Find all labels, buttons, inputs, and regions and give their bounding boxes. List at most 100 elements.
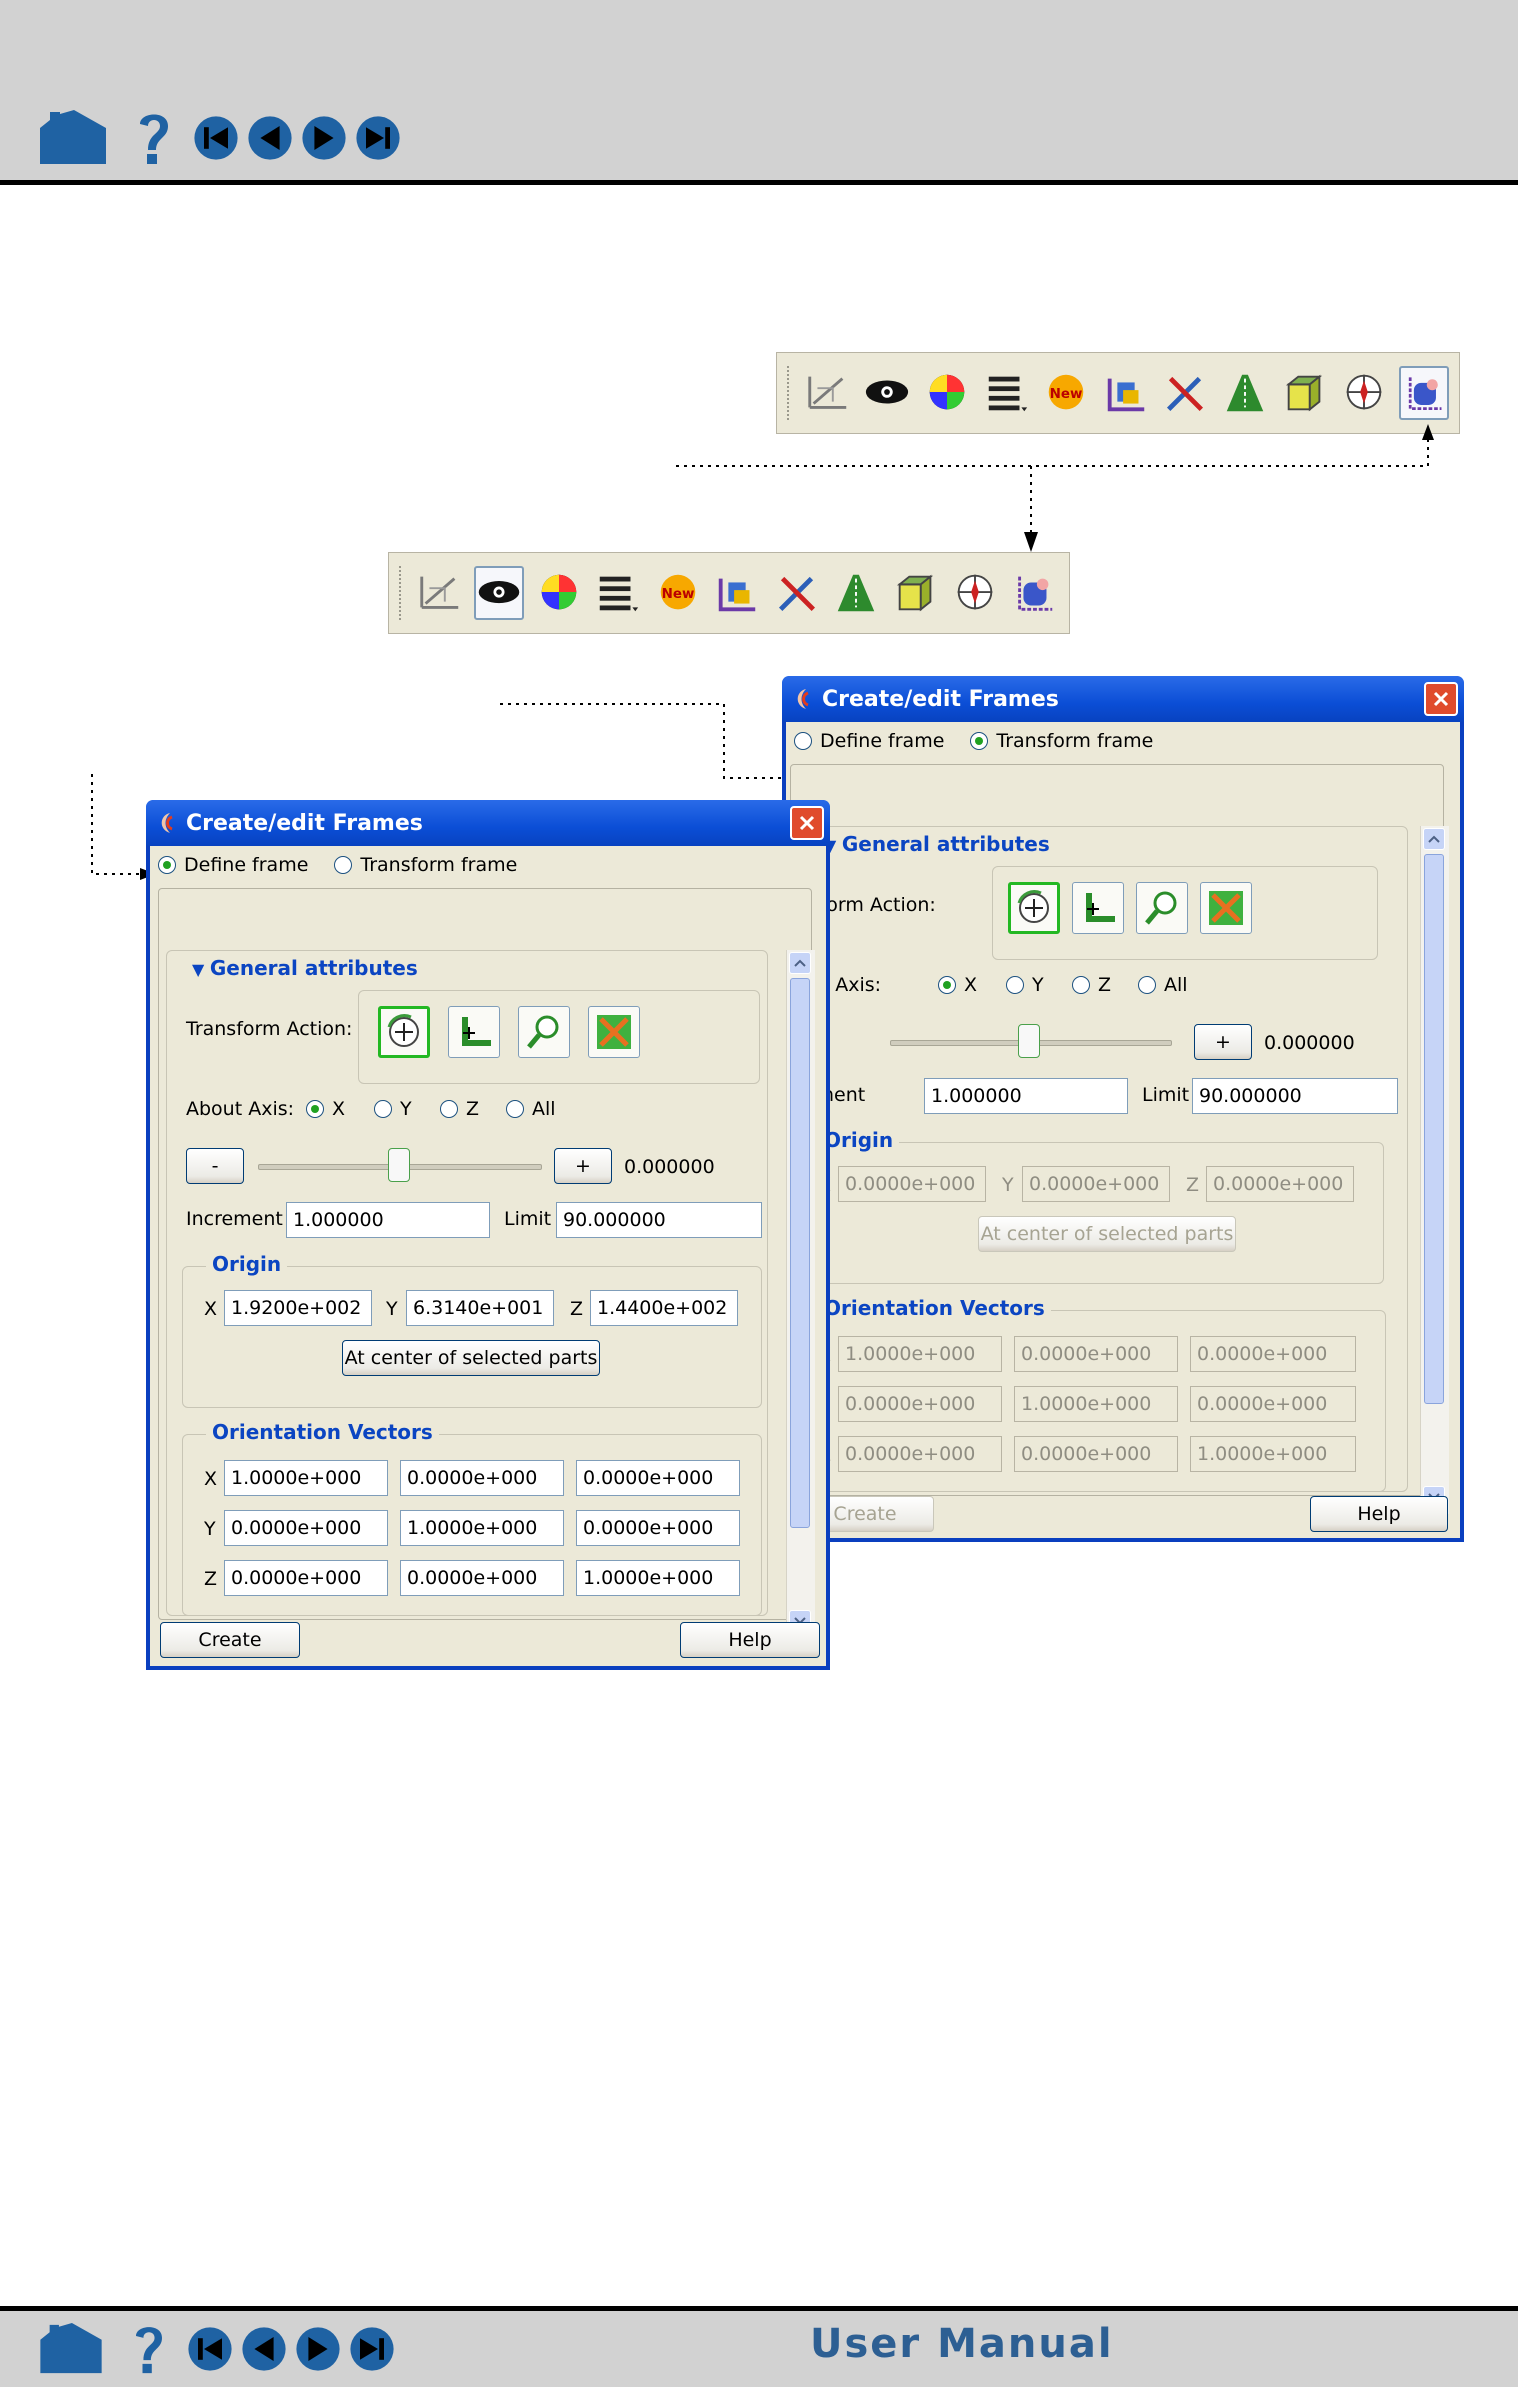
translate-action-button[interactable] (1072, 882, 1124, 934)
scroll-up-button[interactable] (1423, 828, 1445, 850)
origin-x-field[interactable] (224, 1290, 372, 1326)
radio-define-frame[interactable]: Define frame (158, 854, 308, 876)
orient-z3[interactable] (576, 1560, 740, 1596)
origin-y-label: Y (386, 1298, 398, 1320)
translate-icon (1086, 893, 1115, 922)
dialog-titlebar[interactable]: Create/edit Frames (782, 676, 1464, 722)
general-attributes-header[interactable]: ▼ General attributes (186, 956, 424, 980)
orientation-title: Orientation Vectors (818, 1296, 1051, 1320)
radio-label: Define frame (820, 730, 945, 752)
orient-z1[interactable] (224, 1560, 388, 1596)
orient-x2[interactable] (1014, 1336, 1178, 1372)
first-page-icon[interactable] (186, 2325, 234, 2373)
create-edit-frames-dialog-transform: Create/edit Frames Define frame Transfor… (782, 676, 1464, 1542)
orient-z2[interactable] (400, 1560, 564, 1596)
home-icon[interactable] (38, 2323, 104, 2375)
scroll-thumb[interactable] (790, 978, 810, 1528)
orient-z3[interactable] (1190, 1436, 1356, 1472)
expand-icon (1209, 891, 1243, 925)
orient-z1[interactable] (838, 1436, 1002, 1472)
translate-icon (462, 1017, 491, 1046)
orient-y1[interactable] (838, 1386, 1002, 1422)
origin-group (808, 1142, 1384, 1284)
orient-y2[interactable] (1014, 1386, 1178, 1422)
increment-button[interactable]: + (554, 1148, 612, 1184)
magnify-icon (527, 1015, 559, 1049)
last-page-icon[interactable] (348, 2325, 396, 2373)
origin-z-field[interactable] (1206, 1166, 1354, 1202)
orient-y3[interactable] (1190, 1386, 1356, 1422)
origin-x-field[interactable] (838, 1166, 986, 1202)
center-selected-parts-button[interactable]: At center of selected parts (978, 1216, 1236, 1252)
scroll-thumb[interactable] (1424, 854, 1444, 1404)
frame-mode-radio-group: Define frame Transform frame (150, 846, 826, 884)
scrollbar[interactable] (1420, 826, 1449, 1514)
orientation-x-label: X (204, 1468, 218, 1490)
axis-radio-x[interactable]: X (938, 974, 977, 996)
limit-field[interactable] (556, 1202, 762, 1238)
axis-radio-z[interactable]: Z (1072, 974, 1111, 996)
center-selected-parts-button[interactable]: At center of selected parts (342, 1340, 600, 1376)
close-button[interactable] (790, 806, 824, 840)
help-button[interactable]: Help (1310, 1496, 1448, 1532)
limit-label: Limit (504, 1208, 552, 1230)
nav-buttons (38, 2323, 402, 2375)
next-page-icon[interactable] (294, 2325, 342, 2373)
close-icon (1431, 689, 1451, 709)
angle-slider-thumb[interactable] (388, 1148, 410, 1182)
axis-radio-x[interactable]: X (306, 1098, 345, 1120)
origin-z-label: Z (570, 1298, 584, 1320)
limit-field[interactable] (1192, 1078, 1398, 1114)
origin-z-field[interactable] (590, 1290, 738, 1326)
scale-action-button[interactable] (1136, 882, 1188, 934)
increment-button[interactable]: + (1194, 1024, 1252, 1060)
create-button[interactable]: Create (160, 1622, 300, 1658)
decrement-button[interactable]: - (186, 1148, 244, 1184)
orient-x1[interactable] (838, 1336, 1002, 1372)
orient-x2[interactable] (400, 1460, 564, 1496)
scrollbar[interactable] (786, 950, 815, 1638)
orient-y3[interactable] (576, 1510, 740, 1546)
radio-transform-frame[interactable]: Transform frame (334, 854, 517, 876)
rotate-action-button[interactable] (1008, 882, 1060, 934)
origin-group (182, 1266, 762, 1408)
general-attributes-header[interactable]: ▼ General attributes (818, 832, 1056, 856)
axis-radio-y[interactable]: Y (1006, 974, 1044, 996)
translate-action-button[interactable] (448, 1006, 500, 1058)
dialog-titlebar[interactable]: Create/edit Frames (146, 800, 830, 846)
orient-y2[interactable] (400, 1510, 564, 1546)
scroll-up-button[interactable] (789, 952, 811, 974)
close-button[interactable] (1424, 682, 1458, 716)
axis-radio-all[interactable]: All (506, 1098, 556, 1120)
orient-x3[interactable] (576, 1460, 740, 1496)
axis-radio-z[interactable]: Z (440, 1098, 479, 1120)
previous-page-icon[interactable] (240, 2325, 288, 2373)
axis-radio-y[interactable]: Y (374, 1098, 412, 1120)
axis-radio-all[interactable]: All (1138, 974, 1188, 996)
increment-field[interactable] (286, 1202, 490, 1238)
frame-mode-radio-group: Define frame Transform frame (786, 722, 1460, 760)
radio-transform-frame[interactable]: Transform frame (970, 730, 1153, 752)
radio-define-frame[interactable]: Define frame (794, 730, 944, 752)
help-icon[interactable] (130, 2323, 168, 2375)
limit-label: Limit (1142, 1084, 1190, 1106)
orient-y1[interactable] (224, 1510, 388, 1546)
expand-icon (597, 1015, 631, 1049)
increment-field[interactable] (924, 1078, 1128, 1114)
origin-y-field[interactable] (406, 1290, 554, 1326)
orientation-z-label: Z (204, 1568, 218, 1590)
help-button[interactable]: Help (680, 1622, 820, 1658)
expand-action-button[interactable] (588, 1006, 640, 1058)
scale-action-button[interactable] (518, 1006, 570, 1058)
origin-y-field[interactable] (1022, 1166, 1170, 1202)
rotate-action-button[interactable] (378, 1006, 430, 1058)
angle-slider-thumb[interactable] (1018, 1024, 1040, 1058)
expand-action-button[interactable] (1200, 882, 1252, 934)
orient-x3[interactable] (1190, 1336, 1356, 1372)
footer-title: User Manual (810, 2321, 1114, 2367)
radio-label: Transform frame (360, 854, 518, 876)
orient-z2[interactable] (1014, 1436, 1178, 1472)
footer-bar: User Manual (0, 2306, 1518, 2387)
origin-x-label: X (204, 1298, 218, 1320)
orient-x1[interactable] (224, 1460, 388, 1496)
